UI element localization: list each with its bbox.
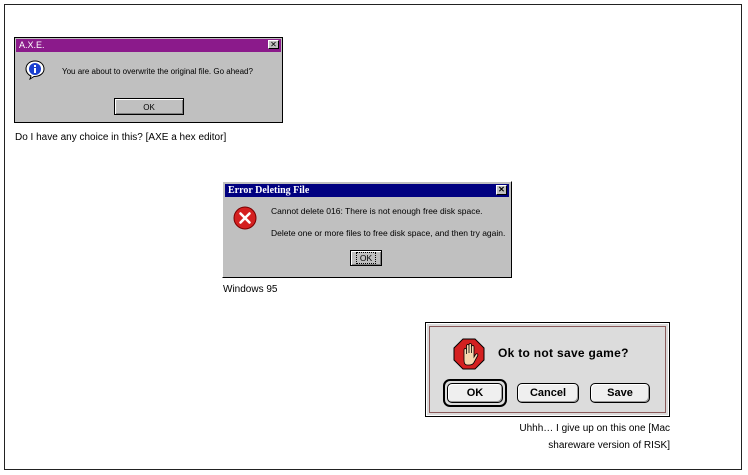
axe-message: You are about to overwrite the original … xyxy=(62,67,253,76)
error-icon xyxy=(233,206,257,230)
win95-dialog: Error Deleting File ✕ Cannot delete 016:… xyxy=(222,181,512,278)
mac-cancel-button[interactable]: Cancel xyxy=(517,383,579,403)
mac-save-button[interactable]: Save xyxy=(590,383,650,403)
stop-hand-icon xyxy=(453,338,485,370)
win95-dialog-title: Error Deleting File xyxy=(225,184,509,197)
win95-close-button[interactable]: ✕ xyxy=(496,185,507,195)
info-icon xyxy=(25,60,45,80)
mac-caption-line2: shareware version of RISK] xyxy=(548,440,670,451)
mac-ok-button[interactable]: OK xyxy=(447,383,503,403)
win95-caption: Windows 95 xyxy=(223,284,278,295)
win95-ok-label: OK xyxy=(355,252,377,264)
mac-dialog: Ok to not save game? OK Cancel Save xyxy=(425,322,670,417)
win95-message-line1: Cannot delete 016: There is not enough f… xyxy=(271,206,483,216)
axe-dialog-title: A.X.E. xyxy=(16,39,281,52)
axe-close-button[interactable]: ✕ xyxy=(268,40,279,49)
axe-ok-button[interactable]: OK xyxy=(114,98,184,115)
axe-dialog: A.X.E. ✕ You are about to overwrite the … xyxy=(14,37,283,123)
win95-ok-button[interactable]: OK xyxy=(350,250,382,266)
mac-caption-line1: Uhhh… I give up on this one [Mac xyxy=(519,423,670,434)
win95-message-line2: Delete one or more files to free disk sp… xyxy=(271,228,506,238)
mac-message: Ok to not save game? xyxy=(498,346,629,360)
axe-caption: Do I have any choice in this? [AXE a hex… xyxy=(15,132,227,143)
